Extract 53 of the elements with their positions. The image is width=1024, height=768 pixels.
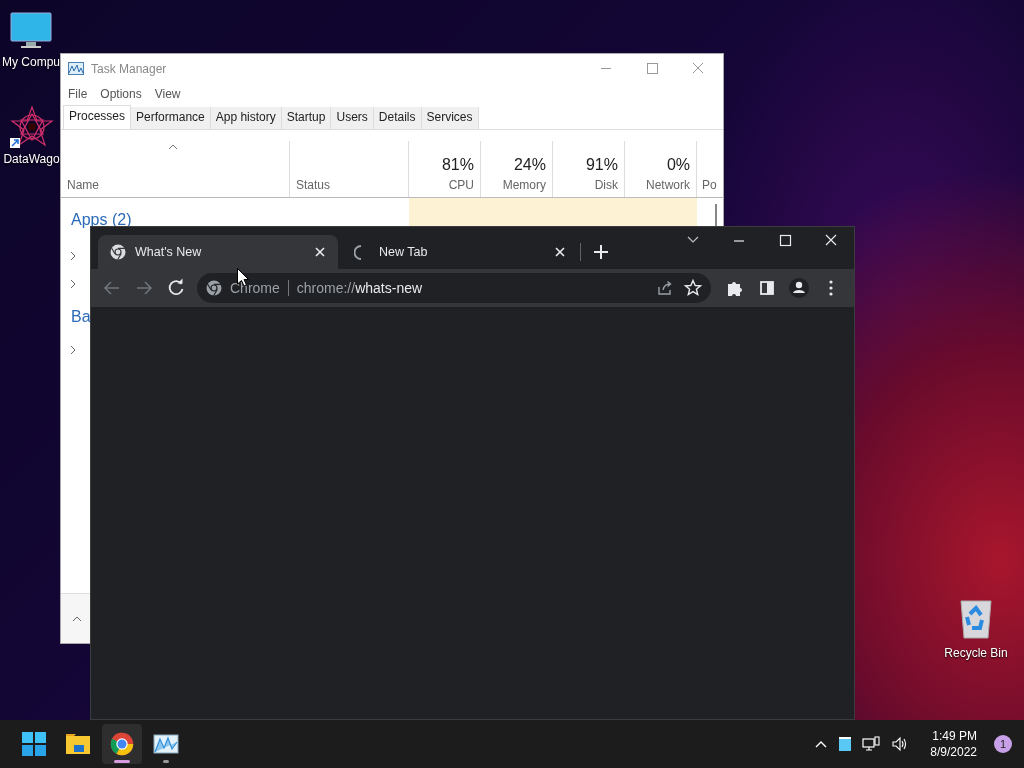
chevron-right-icon[interactable] (69, 251, 77, 261)
tab[interactable]: Performance (131, 107, 211, 129)
column-value: 91% (585, 156, 618, 174)
column-value: 81% (441, 156, 474, 174)
clock-date[interactable]: 8/9/2022 (930, 744, 977, 760)
tab[interactable]: Startup (281, 107, 332, 129)
window-title: Task Manager (91, 61, 167, 76)
app-tray-icon[interactable] (839, 737, 852, 751)
start-icon (20, 730, 48, 758)
column-header[interactable]: Network (646, 178, 690, 192)
icon-label[interactable]: My Compu (2, 55, 60, 69)
chrome-icon (110, 244, 126, 260)
tab[interactable]: Users (331, 107, 374, 129)
tab[interactable]: Processes (63, 105, 132, 129)
menu-item[interactable]: View (154, 87, 181, 101)
chevron-up-icon[interactable] (814, 739, 829, 749)
notification-badge[interactable]: 1 (994, 735, 1012, 753)
column-header[interactable]: CPU (448, 178, 474, 192)
taskbar-button[interactable] (102, 724, 142, 764)
loading-spinner-icon (354, 244, 362, 260)
chevron-right-icon[interactable] (69, 279, 77, 289)
menu-item[interactable]: File (68, 87, 88, 101)
icon-label[interactable]: DataWago (3, 152, 60, 166)
recycle-bin-icon[interactable] (958, 598, 994, 640)
tab[interactable]: Services (421, 107, 479, 129)
column-header[interactable]: Disk (594, 178, 618, 192)
menu-item[interactable]: Options (100, 87, 142, 101)
graph-icon (68, 62, 84, 75)
tab[interactable]: Details (373, 107, 422, 129)
star-pattern-icon[interactable] (9, 106, 54, 150)
chevron-right-icon[interactable] (69, 345, 77, 355)
network-icon[interactable] (862, 736, 881, 752)
column-header[interactable]: Po (702, 178, 723, 192)
icon-label[interactable]: Recycle Bin (944, 646, 1008, 660)
url-text: chrome://whats-new (296, 280, 423, 296)
column-value: 24% (513, 156, 546, 174)
monitor-icon[interactable] (10, 12, 52, 49)
tab[interactable]: App history (210, 107, 282, 129)
sort-caret-icon[interactable] (168, 144, 178, 150)
tab[interactable]: New Tab (338, 235, 578, 269)
column-header[interactable]: Status (296, 178, 402, 192)
chrome-icon (108, 730, 136, 758)
column-header[interactable]: Name (67, 178, 283, 192)
chrome-icon (206, 280, 222, 296)
address-bar[interactable]: Chrome chrome://whats-new (197, 273, 711, 303)
site-label: Chrome (230, 280, 280, 296)
scrollbar-thumb[interactable] (715, 204, 717, 228)
column-header[interactable]: Memory (502, 178, 546, 192)
star-icon[interactable] (683, 278, 703, 298)
clock-time[interactable]: 1:49 PM (932, 728, 977, 744)
group-header[interactable]: Ba (71, 308, 91, 326)
tab[interactable]: What's New (98, 235, 338, 269)
column-value: 0% (666, 156, 690, 174)
